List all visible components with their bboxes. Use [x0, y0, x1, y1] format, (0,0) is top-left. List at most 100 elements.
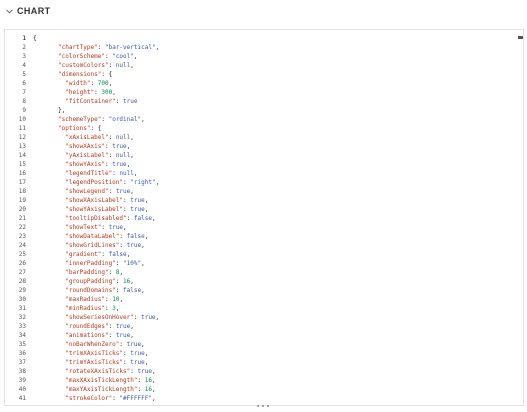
line-number: 33 — [18, 323, 26, 330]
code-token: true — [123, 98, 138, 105]
line-number: 25 — [18, 251, 26, 258]
code-token: , — [126, 161, 131, 168]
line-number: 17 — [18, 179, 26, 186]
code-line: "trimXAxisTicks": true, — [30, 349, 523, 358]
json-code-editor[interactable]: 1 2 3 4 5 6 7 8 9 10 11 12 13 14 15 16 17 18 19 20 21 22 23 24 2… — [4, 29, 524, 406]
code-line: "roundDomains": false, — [30, 286, 523, 295]
code-token: "minRadius" — [58, 305, 105, 312]
code-token: : — [119, 242, 127, 249]
editor-scrollbar[interactable] — [517, 30, 523, 405]
code-line: }, — [30, 106, 523, 115]
code-token: , — [155, 314, 160, 321]
code-token: , — [155, 44, 160, 51]
code-token: 16 — [144, 377, 152, 384]
code-token: { — [33, 35, 37, 42]
code-token: "fitContainer" — [58, 98, 116, 105]
code-token: , — [141, 242, 145, 249]
code-token: : — [90, 80, 98, 87]
code-token: : — [115, 260, 124, 267]
code-token: "showGridLines" — [58, 242, 120, 249]
line-number: 6 — [22, 80, 26, 87]
code-token: , — [108, 80, 113, 87]
code-token: "gradient" — [58, 251, 102, 258]
code-line: "showGridLines": true, — [30, 241, 523, 250]
code-line: "height": 300, — [30, 88, 523, 97]
grip-dot — [257, 405, 259, 407]
line-number: 29 — [18, 287, 26, 294]
chevron-down-icon[interactable] — [4, 6, 14, 16]
line-number: 34 — [18, 332, 26, 339]
code-line: "tooltipDisabled": false, — [30, 214, 523, 223]
code-token: "trimYAxisTicks" — [58, 359, 124, 366]
code-line: "maxXAxisTickLength": 16, — [30, 376, 523, 385]
line-number: 30 — [18, 296, 26, 303]
code-line: "chartType": "bar-vertical", — [30, 43, 523, 52]
code-token: : — [101, 116, 109, 123]
code-token: , — [126, 143, 131, 150]
code-token: "barPadding" — [58, 269, 109, 276]
code-token: "maxRadius" — [58, 296, 105, 303]
line-number: 4 — [22, 62, 26, 69]
code-token: : — [108, 323, 116, 330]
code-token: 300 — [101, 89, 113, 96]
line-number: 19 — [18, 197, 26, 204]
section-header[interactable]: CHART — [0, 0, 527, 22]
grip-dot — [262, 405, 264, 407]
code-line: "showText": true, — [30, 223, 523, 232]
code-line: { — [30, 34, 523, 43]
grip-dot — [267, 405, 269, 407]
code-token: : — [108, 152, 116, 159]
code-token: : — [126, 215, 134, 222]
code-line: "showXAxis": true, — [30, 142, 523, 151]
code-token: , — [141, 116, 145, 123]
line-number: 22 — [18, 224, 26, 231]
code-token: , — [144, 197, 149, 204]
code-line: "maxYAxisTickLength": 16, — [30, 385, 523, 394]
code-token: , — [130, 62, 134, 69]
code-token: true — [112, 161, 127, 168]
code-token: : { — [90, 125, 102, 132]
code-token: true — [130, 197, 145, 204]
code-token: , — [151, 395, 156, 402]
code-token: "roundEdges" — [58, 323, 109, 330]
code-token: "legendPosition" — [58, 179, 124, 186]
code-token: "schemeType" — [58, 116, 102, 123]
code-token: , — [133, 53, 138, 60]
code-token: true — [126, 341, 142, 348]
code-token: "#FFFFFF" — [119, 395, 152, 402]
code-line: "legendTitle": null, — [30, 169, 523, 178]
line-number: 3 — [22, 53, 26, 60]
code-line: "showXAxisLabel": true, — [30, 196, 523, 205]
scroll-thumb[interactable] — [518, 36, 523, 39]
code-token: "legendTitle" — [58, 170, 113, 177]
code-token: , — [115, 305, 120, 312]
line-number: 41 — [18, 395, 26, 402]
code-line: "groupPadding": 16, — [30, 277, 523, 286]
code-token: true — [115, 323, 131, 330]
code-token: "showXAxisLabel" — [58, 197, 124, 204]
code-token: : — [97, 44, 105, 51]
section-title: CHART — [17, 6, 51, 16]
code-token: null — [115, 152, 131, 159]
line-number: 32 — [18, 314, 26, 321]
code-token: "right" — [130, 179, 156, 186]
code-token: "height" — [58, 89, 95, 96]
resize-handle[interactable] — [257, 404, 269, 408]
code-token: "chartType" — [58, 44, 98, 51]
line-number: 16 — [18, 170, 26, 177]
code-line: "maxRadius": 10, — [30, 295, 523, 304]
code-token: , — [155, 179, 160, 186]
code-token: : — [115, 287, 124, 294]
code-token: true — [130, 350, 145, 357]
code-area[interactable]: {"chartType": "bar-vertical", "colorSchem… — [30, 30, 523, 405]
code-token: "ordinal" — [108, 116, 142, 123]
code-token: "dimensions" — [58, 71, 102, 78]
code-token: , — [119, 269, 124, 276]
code-token: "colorScheme" — [58, 53, 105, 60]
code-token: , — [130, 134, 134, 141]
code-token: "cool" — [112, 53, 134, 60]
line-number: 11 — [18, 125, 26, 132]
code-token: , — [126, 251, 131, 258]
line-number: 10 — [18, 116, 26, 123]
code-token: true — [137, 368, 152, 375]
